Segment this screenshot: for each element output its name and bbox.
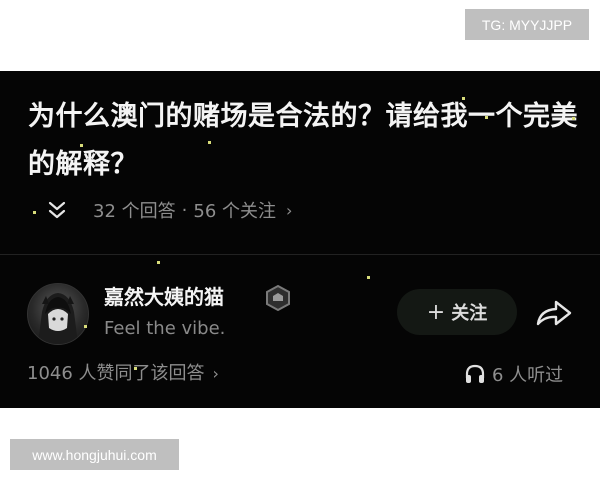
follow-label: 关注 xyxy=(451,303,488,324)
section-divider xyxy=(0,254,600,255)
watermark-bottom: www.hongjuhui.com xyxy=(10,439,179,470)
sparkle-particle xyxy=(80,144,83,147)
author-name[interactable]: 嘉然大姨的猫 xyxy=(104,283,224,311)
question-title[interactable]: 为什么澳门的赌场是合法的？请给我一个完美的解释？ xyxy=(28,93,578,189)
meta-separator: · xyxy=(181,199,188,221)
sparkle-particle xyxy=(462,97,465,100)
listened-text: 6 人听过 xyxy=(492,365,564,386)
likes-text: 1046 人赞同了该回答 xyxy=(27,363,205,384)
likes-summary[interactable]: 1046 人赞同了该回答 › xyxy=(27,361,219,387)
sparkle-particle xyxy=(208,141,211,144)
sparkle-particle xyxy=(367,276,370,279)
answer-count: 32 个回答 xyxy=(93,201,176,222)
sparkle-particle xyxy=(157,261,160,264)
chevron-right-icon: › xyxy=(212,364,219,383)
author-bio: Feel the vibe. xyxy=(104,318,226,339)
zhihu-question-panel: 为什么澳门的赌场是合法的？请给我一个完美的解释？ 32 个回答 · 56 个关注… xyxy=(0,71,600,408)
watermark-top: TG: MYYJJPP xyxy=(465,9,589,40)
sparkle-particle xyxy=(33,211,36,214)
author-avatar[interactable] xyxy=(27,283,89,345)
double-chevron-down-icon[interactable] xyxy=(46,198,68,222)
headphones-icon xyxy=(465,364,485,383)
follower-count: 56 个关注 xyxy=(193,201,277,222)
screenshot-page: TG: MYYJJPP 为什么澳门的赌场是合法的？请给我一个完美的解释？ 32 … xyxy=(0,0,600,480)
sparkle-particle xyxy=(134,367,137,370)
hexagon-badge-icon xyxy=(266,284,290,312)
share-arrow-icon[interactable] xyxy=(534,297,574,329)
plus-icon: + xyxy=(426,299,446,325)
sparkle-particle xyxy=(84,325,87,328)
sparkle-particle xyxy=(485,116,488,119)
follow-button[interactable]: + 关注 xyxy=(397,289,517,335)
listened-count: 6 人听过 xyxy=(464,361,563,387)
sparkle-particle xyxy=(572,117,575,120)
chevron-right-icon: › xyxy=(286,200,293,220)
question-meta[interactable]: 32 个回答 · 56 个关注 › xyxy=(46,198,292,222)
